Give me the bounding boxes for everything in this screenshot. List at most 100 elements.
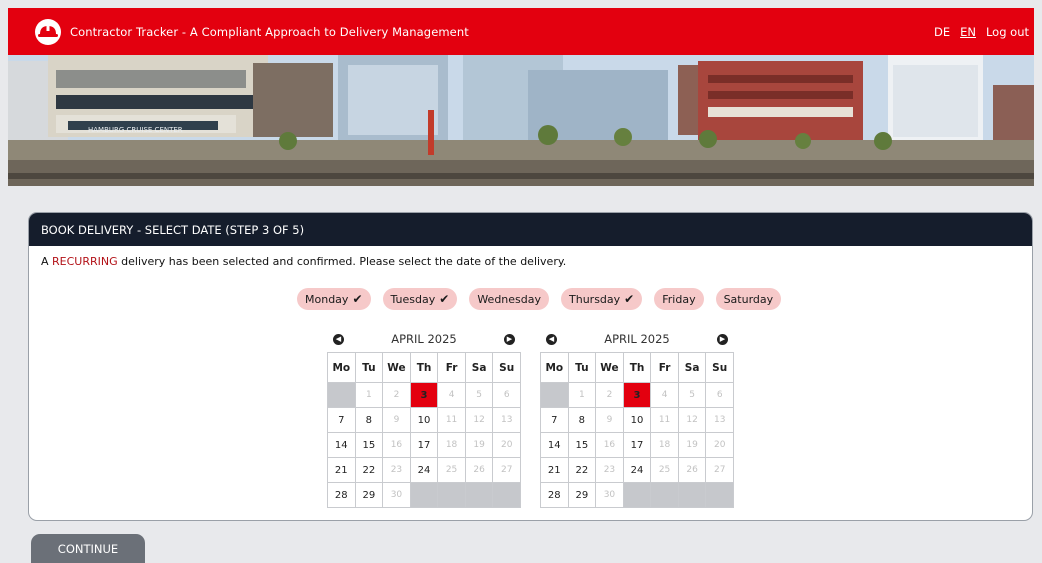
calendar-grid: Mo Tu We Th Fr Sa Su 1 2 3 4 5 6 7 8 9 10 11 12 13 14 15 16 17 1… — [327, 352, 521, 508]
calendar-day-disabled: 23 — [595, 457, 624, 483]
weekday-header: Sa — [677, 352, 707, 383]
calendar-day[interactable]: 17 — [622, 432, 652, 458]
calendar-day[interactable]: 29 — [567, 482, 597, 508]
calendar-day[interactable]: 21 — [327, 457, 356, 483]
calendar-day-selected[interactable]: 3 — [622, 382, 652, 408]
weekday-chip-friday[interactable]: Friday — [654, 288, 704, 310]
calendar-day[interactable]: 15 — [567, 432, 597, 458]
calendar-day[interactable]: 14 — [540, 432, 569, 458]
instruction-text: A RECURRING delivery has been selected a… — [41, 255, 1032, 268]
calendar-day[interactable]: 28 — [327, 482, 356, 508]
weekday-chip-label: Friday — [662, 292, 696, 306]
weekday-header: We — [595, 352, 624, 383]
calendar-day-disabled: 13 — [705, 407, 734, 433]
instruction-prefix: A — [41, 255, 53, 268]
weekday-selector: Monday ✔ Tuesday ✔ Wednesday Thursday ✔ Friday S… — [297, 288, 782, 310]
calendar-day-disabled: 30 — [382, 482, 411, 508]
calendar-grid: Mo Tu We Th Fr Sa Su 1 2 3 4 5 6 7 8 9 10 11 12 13 14 15 16 17 1… — [540, 352, 734, 508]
header-banner-image: HAMBURG CRUISE CENTER — [8, 55, 1034, 186]
weekday-header: Sa — [464, 352, 494, 383]
weekday-header: Th — [409, 352, 439, 383]
calendar-day[interactable]: 22 — [354, 457, 384, 483]
calendar-day-disabled: 25 — [650, 457, 679, 483]
app-title: Contractor Tracker - A Compliant Approac… — [70, 24, 469, 39]
calendar-nav: ◀ APRIL 2025 ▶ — [327, 330, 521, 348]
calendar-day-disabled: 27 — [492, 457, 521, 483]
calendar-day-disabled: 9 — [595, 407, 624, 433]
continue-button[interactable]: CONTINUE — [31, 534, 145, 563]
calendar-day[interactable]: 15 — [354, 432, 384, 458]
calendar-day-disabled: 11 — [650, 407, 679, 433]
calendar-day-disabled: 26 — [677, 457, 707, 483]
weekday-chip-wednesday[interactable]: Wednesday — [469, 288, 550, 310]
calendar-day[interactable]: 29 — [354, 482, 384, 508]
calendar-day[interactable]: 24 — [409, 457, 439, 483]
calendar-empty-cell — [409, 482, 439, 508]
calendar-day-disabled: 5 — [677, 382, 707, 408]
calendar-day-disabled: 16 — [382, 432, 411, 458]
calendar-empty-cell — [437, 482, 466, 508]
calendar-day-disabled: 16 — [595, 432, 624, 458]
calendar-day[interactable]: 24 — [622, 457, 652, 483]
weekday-header: Tu — [354, 352, 384, 383]
hardhat-icon — [34, 18, 62, 46]
weekday-chip-label: Monday — [305, 292, 349, 306]
calendar-day-disabled: 26 — [464, 457, 494, 483]
calendar-day-disabled: 25 — [437, 457, 466, 483]
calendar-day[interactable]: 14 — [327, 432, 356, 458]
calendar-day-disabled: 1 — [354, 382, 384, 408]
check-icon: ✔ — [439, 292, 450, 306]
calendar-day[interactable]: 21 — [540, 457, 569, 483]
calendar-day-disabled: 2 — [382, 382, 411, 408]
weekday-header: Su — [705, 352, 734, 383]
chevron-right-circle-icon[interactable]: ▶ — [503, 333, 515, 345]
top-bar: Contractor Tracker - A Compliant Approac… — [8, 8, 1034, 55]
chevron-left-circle-icon[interactable]: ◀ — [546, 333, 557, 345]
calendar-day[interactable]: 10 — [409, 407, 439, 433]
lang-de-link[interactable]: DE — [934, 25, 950, 39]
calendar-day[interactable]: 8 — [567, 407, 597, 433]
calendar-day-disabled: 19 — [464, 432, 494, 458]
weekday-header: Th — [622, 352, 652, 383]
calendar-month-label: APRIL 2025 — [604, 332, 670, 346]
calendar-day-selected[interactable]: 3 — [409, 382, 439, 408]
calendar-day-disabled: 13 — [492, 407, 521, 433]
calendar-day-disabled: 20 — [492, 432, 521, 458]
weekday-chip-monday[interactable]: Monday ✔ — [297, 288, 371, 310]
weekday-chip-tuesday[interactable]: Tuesday ✔ — [382, 288, 458, 310]
weekday-header: Fr — [650, 352, 679, 383]
calendar-day[interactable]: 28 — [540, 482, 569, 508]
weekday-chip-label: Thursday — [569, 292, 621, 306]
check-icon: ✔ — [624, 292, 635, 306]
weekday-chip-thursday[interactable]: Thursday ✔ — [561, 288, 643, 310]
calendar-right: ◀ APRIL 2025 ▶ Mo Tu We Th Fr Sa Su 1 2 3 4 5 6 7 8 9 10 11 1… — [540, 330, 734, 508]
lang-en-link[interactable]: EN — [960, 25, 976, 39]
chevron-left-circle-icon[interactable]: ◀ — [333, 333, 344, 345]
logout-link[interactable]: Log out — [986, 25, 1029, 39]
calendar-day-disabled: 6 — [492, 382, 521, 408]
calendar-empty-cell — [464, 482, 494, 508]
book-delivery-card: BOOK DELIVERY - SELECT DATE (STEP 3 OF 5… — [28, 212, 1033, 521]
weekday-chip-saturday[interactable]: Saturday — [715, 288, 782, 310]
calendar-empty-cell — [650, 482, 679, 508]
calendar-day[interactable]: 10 — [622, 407, 652, 433]
calendar-day-disabled: 11 — [437, 407, 466, 433]
calendar-day[interactable]: 7 — [540, 407, 569, 433]
calendar-day-disabled: 6 — [705, 382, 734, 408]
check-icon: ✔ — [352, 292, 363, 306]
calendar-day[interactable]: 22 — [567, 457, 597, 483]
chevron-right-circle-icon[interactable]: ▶ — [716, 333, 728, 345]
weekday-chip-label: Tuesday — [390, 292, 436, 306]
weekday-header: Mo — [327, 352, 356, 383]
calendar-day[interactable]: 17 — [409, 432, 439, 458]
calendar-day-disabled: 27 — [705, 457, 734, 483]
calendar-day-disabled: 9 — [382, 407, 411, 433]
calendar-day-disabled: 18 — [437, 432, 466, 458]
calendar-day-disabled: 18 — [650, 432, 679, 458]
calendar-day[interactable]: 7 — [327, 407, 356, 433]
calendar-day[interactable]: 8 — [354, 407, 384, 433]
calendar-day-disabled: 12 — [464, 407, 494, 433]
instruction-suffix: delivery has been selected and confirmed… — [117, 255, 567, 268]
weekday-chip-label: Wednesday — [477, 292, 542, 306]
calendar-day-disabled: 1 — [567, 382, 597, 408]
